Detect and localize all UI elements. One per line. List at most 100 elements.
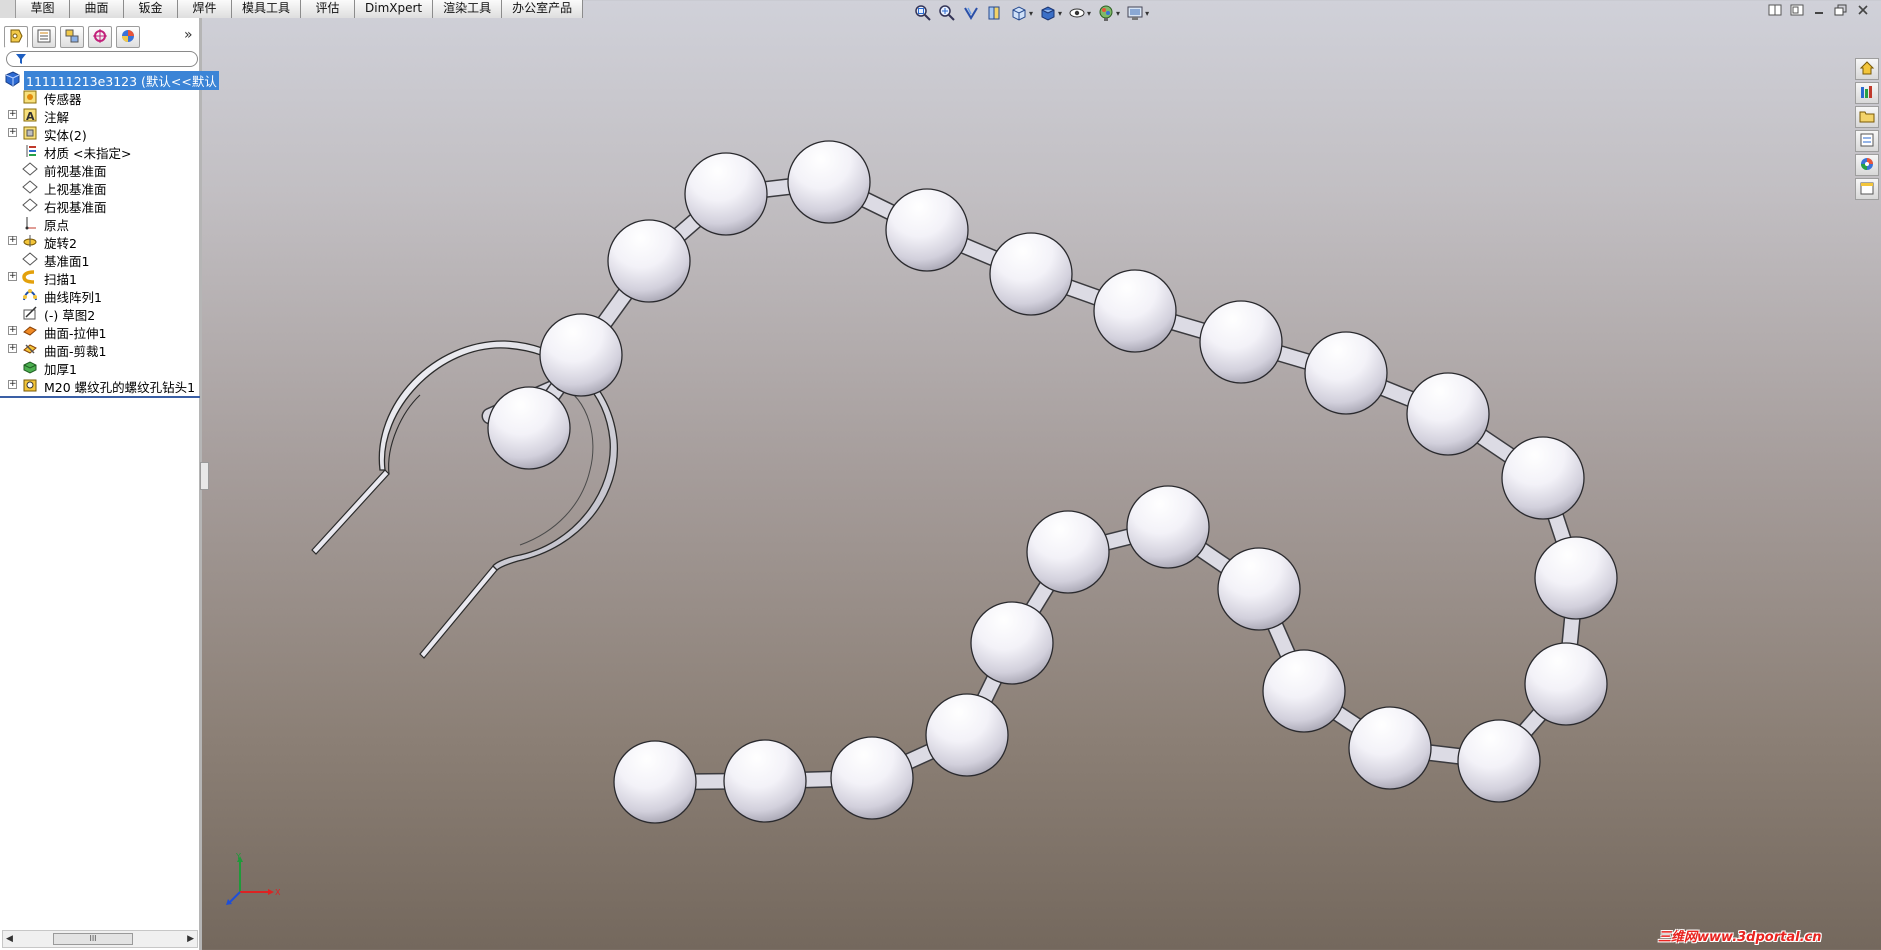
tab-weldments[interactable]: 焊件 [178, 0, 232, 18]
tree-item-right-plane[interactable]: 右视基准面 [0, 196, 200, 215]
plane-icon [22, 161, 38, 177]
tile-vertical-button[interactable] [1789, 4, 1805, 18]
chevron-down-icon: ▾ [1145, 8, 1150, 18]
section-view-button[interactable] [984, 3, 1006, 23]
tree-item-hole-wizard[interactable]: + M20 螺纹孔的螺纹孔钻头1 [0, 376, 200, 395]
tab-configurationmanager[interactable] [60, 26, 84, 48]
chain-ball [539, 313, 623, 397]
expand-toggle[interactable]: + [8, 344, 17, 353]
tree-item-sensors[interactable]: 传感器 [0, 88, 200, 107]
expand-toggle[interactable]: + [8, 110, 17, 119]
tab-evaluate[interactable]: 评估 [301, 0, 356, 18]
tree-item-curve-pattern1[interactable]: 曲线阵列1 [0, 286, 200, 305]
task-pane-design-library[interactable] [1855, 82, 1879, 104]
graphics-area[interactable] [0, 0, 1881, 950]
tab-dimxpert[interactable]: DimXpert [355, 0, 434, 18]
edit-appearance-icon [1097, 4, 1115, 22]
view-orientation-button[interactable]: ▾ [1008, 3, 1035, 23]
configurationmanager-tab-icon [64, 28, 80, 47]
chain-ball [1199, 300, 1283, 384]
tree-item-material[interactable]: 材质 <未指定> [0, 142, 200, 161]
zoom-to-area-button[interactable] [936, 3, 958, 23]
restore-button[interactable] [1833, 4, 1849, 18]
panel-splitter-handle[interactable] [200, 462, 209, 490]
close-button[interactable] [1855, 4, 1871, 18]
chevron-down-icon: ▾ [1087, 8, 1092, 18]
task-pane-custom-properties[interactable] [1855, 178, 1879, 200]
tree-item-plane1[interactable]: 基准面1 [0, 250, 200, 269]
chain-ball [1304, 331, 1388, 415]
display-style-button[interactable]: ▾ [1037, 3, 1064, 23]
surface-trim-icon [22, 341, 38, 357]
tree-item-sketch2[interactable]: (-) 草图2 [0, 304, 200, 323]
scroll-right-icon[interactable]: ▶ [187, 934, 194, 944]
expand-toggle[interactable]: + [8, 380, 17, 389]
zoom-to-area-icon [938, 4, 956, 22]
scroll-left-icon[interactable]: ◀ [6, 934, 13, 944]
edit-appearance-button[interactable]: ▾ [1095, 3, 1122, 23]
rollback-bar[interactable] [0, 396, 200, 398]
minimize-button[interactable] [1811, 4, 1827, 18]
tree-item-thicken1[interactable]: 加厚1 [0, 358, 200, 377]
chevron-down-icon: ▾ [1058, 8, 1063, 18]
previous-view-button[interactable] [960, 3, 982, 23]
expand-toggle[interactable]: + [8, 128, 17, 137]
tab-dimxpertmanager[interactable] [88, 26, 112, 48]
chain-ball [1348, 706, 1432, 790]
task-pane-file-explorer[interactable] [1855, 106, 1879, 128]
task-pane-resources[interactable] [1855, 58, 1879, 80]
feature-tree-filter[interactable] [6, 51, 198, 67]
tile-horizontal-icon [1768, 4, 1782, 19]
section-view-icon [986, 4, 1004, 22]
chain-ball [989, 232, 1073, 316]
surface-extrude-icon [22, 323, 38, 339]
hide-show-items-button[interactable]: ▾ [1066, 3, 1093, 23]
task-pane-tabs [1855, 58, 1879, 200]
display-style-icon [1039, 4, 1057, 22]
revolve-icon [22, 233, 38, 249]
restore-icon [1834, 4, 1848, 19]
expand-toggle[interactable]: + [8, 272, 17, 281]
tab-displaymanager[interactable] [116, 26, 140, 48]
tab-featuremanager[interactable] [4, 26, 28, 48]
panel-more-button[interactable]: » [184, 28, 193, 42]
propertymanager-tab-icon [36, 28, 52, 47]
tree-item-surface-extrude1[interactable]: + 曲面-拉伸1 [0, 322, 200, 341]
tab-propertymanager[interactable] [32, 26, 56, 48]
tree-item-surface-trim1[interactable]: + 曲面-剪裁1 [0, 340, 200, 359]
apply-scene-button[interactable]: ▾ [1124, 3, 1151, 23]
tree-item-origin[interactable]: 原点 [0, 214, 200, 233]
tab-sketch[interactable]: 草图 [16, 0, 70, 18]
tab-sheet-metal[interactable]: 钣金 [124, 0, 178, 18]
triad-y-label: Y [235, 852, 241, 861]
tab-surfaces[interactable]: 曲面 [70, 0, 124, 18]
appearances-icon [1859, 156, 1875, 175]
expand-toggle[interactable]: + [8, 236, 17, 245]
chain-ball [1406, 372, 1490, 456]
tree-item-label: M20 螺纹孔的螺纹孔钻头1 [44, 380, 196, 395]
tree-item-annotations[interactable]: + A 注解 [0, 106, 200, 125]
custom-properties-icon [1859, 180, 1875, 199]
task-pane-appearances[interactable] [1855, 154, 1879, 176]
chain-ball [1126, 485, 1210, 569]
tab-render-tools[interactable]: 渲染工具 [433, 0, 503, 18]
tile-horizontal-button[interactable] [1767, 4, 1783, 18]
design-library-icon [1859, 84, 1875, 103]
expand-toggle[interactable]: + [8, 326, 17, 335]
tree-item-revolve2[interactable]: + 旋转2 [0, 232, 200, 251]
tree-item-solid-bodies[interactable]: + 实体(2) [0, 124, 200, 143]
task-pane-view-palette[interactable] [1855, 130, 1879, 152]
tree-item-sweep1[interactable]: + 扫描1 [0, 268, 200, 287]
plane-icon [22, 197, 38, 213]
chain-ball [830, 736, 914, 820]
tree-item-top-plane[interactable]: 上视基准面 [0, 178, 200, 197]
plane-icon [22, 179, 38, 195]
tree-root-part[interactable]: 111111213e3123 (默认<<默认 [0, 70, 219, 90]
scroll-thumb[interactable]: III [53, 933, 133, 945]
panel-tabs [4, 26, 140, 48]
zoom-to-fit-button[interactable] [912, 3, 934, 23]
tree-item-front-plane[interactable]: 前视基准面 [0, 160, 200, 179]
tab-mold-tools[interactable]: 模具工具 [232, 0, 302, 18]
tab-office-products[interactable]: 办公室产品 [502, 0, 584, 18]
panel-horizontal-scrollbar[interactable]: ◀ III ▶ [2, 930, 198, 948]
